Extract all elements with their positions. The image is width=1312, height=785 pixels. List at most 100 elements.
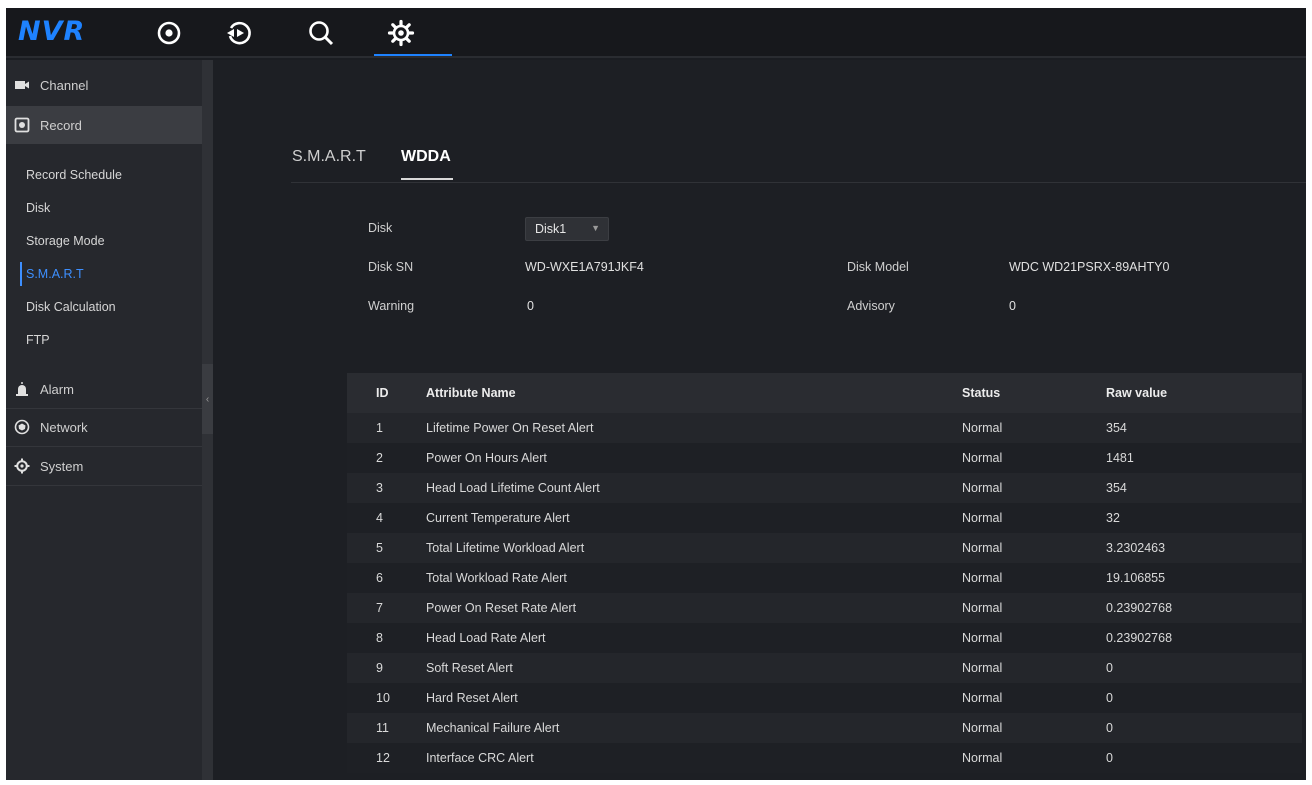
sidebar-subitem-disk-calculation[interactable]: Disk Calculation <box>26 295 116 319</box>
cell-attribute-name: Power On Hours Alert <box>426 451 547 465</box>
advisory-label: Advisory <box>847 299 895 313</box>
table-header: ID Attribute Name Status Raw value <box>347 373 1302 413</box>
cell-status: Normal <box>962 511 1003 525</box>
cell-attribute-name: Total Workload Rate Alert <box>426 571 567 585</box>
settings-icon[interactable] <box>374 16 452 56</box>
search-icon[interactable] <box>304 16 338 50</box>
table-row[interactable]: 11 Mechanical Failure Alert Normal 0 <box>347 713 1302 743</box>
cell-status: Normal <box>962 571 1003 585</box>
cell-raw-value: 1481 <box>1106 451 1134 465</box>
table-row[interactable]: 10 Hard Reset Alert Normal 0 <box>347 683 1302 713</box>
cell-attribute-name: Lifetime Power On Reset Alert <box>426 421 594 435</box>
cell-attribute-name: Interface CRC Alert <box>426 751 534 765</box>
cell-attribute-name: Power On Reset Rate Alert <box>426 601 577 615</box>
chevron-down-icon: ▼ <box>591 223 600 233</box>
chevron-left-icon: ‹ <box>205 393 210 405</box>
table-row[interactable]: 4 Current Temperature Alert Normal 32 <box>347 503 1302 533</box>
table-row[interactable]: 9 Soft Reset Alert Normal 0 <box>347 653 1302 683</box>
table-row[interactable]: 12 Interface CRC Alert Normal 0 <box>347 743 1302 773</box>
playback-icon[interactable] <box>222 16 256 50</box>
cell-id: 12 <box>376 751 390 765</box>
cell-id: 1 <box>376 421 383 435</box>
smart-attributes-table: ID Attribute Name Status Raw value 1 Lif… <box>347 373 1302 780</box>
cell-id: 4 <box>376 511 383 525</box>
sidebar-subitem-smart[interactable]: S.M.A.R.T <box>20 262 84 286</box>
network-icon <box>14 419 30 435</box>
table-row[interactable]: 8 Head Load Rate Alert Normal 0.23902768 <box>347 623 1302 653</box>
disk-select[interactable]: Disk1 ▼ <box>525 217 609 241</box>
cell-status: Normal <box>962 721 1003 735</box>
tab-divider <box>291 182 1306 183</box>
cell-status: Normal <box>962 481 1003 495</box>
cell-attribute-name: Current Temperature Alert <box>426 511 570 525</box>
sidebar-item-label: Alarm <box>40 381 74 397</box>
cell-id: 11 <box>376 721 389 735</box>
cell-attribute-name: Total Lifetime Workload Alert <box>426 541 585 555</box>
table-row[interactable]: 7 Power On Reset Rate Alert Normal 0.239… <box>347 593 1302 623</box>
table-row[interactable]: 1 Lifetime Power On Reset Alert Normal 3… <box>347 413 1302 443</box>
cell-id: 8 <box>376 631 383 645</box>
warning-value: 0 <box>527 299 534 313</box>
cell-status: Normal <box>962 451 1003 465</box>
sidebar-divider <box>6 485 202 486</box>
cell-raw-value: 0 <box>1106 661 1113 675</box>
cell-raw-value: 0.23902768 <box>1106 601 1173 615</box>
sidebar-item-record[interactable]: Record <box>6 106 202 144</box>
sidebar-item-network[interactable]: Network <box>6 408 202 446</box>
column-header-raw-value[interactable]: Raw value <box>1106 373 1167 413</box>
cell-id: 2 <box>376 451 383 465</box>
collapse-sidebar-button[interactable]: ‹ <box>202 364 213 434</box>
cell-attribute-name: Mechanical Failure Alert <box>426 721 560 735</box>
cell-status: Normal <box>962 421 1003 435</box>
cell-raw-value: 0.23902768 <box>1106 631 1173 645</box>
camera-icon <box>14 77 30 93</box>
cell-status: Normal <box>962 541 1003 555</box>
sidebar-subitem-record-schedule[interactable]: Record Schedule <box>26 163 122 187</box>
column-header-id[interactable]: ID <box>376 373 389 413</box>
cell-raw-value: 0 <box>1106 691 1113 705</box>
tab-smart[interactable]: S.M.A.R.T <box>292 148 366 166</box>
sidebar-subitem-disk[interactable]: Disk <box>26 196 50 220</box>
cell-id: 5 <box>376 541 383 555</box>
top-bar: NVR <box>6 8 1306 58</box>
sidebar-item-label: Network <box>40 419 88 435</box>
column-header-status[interactable]: Status <box>962 373 1000 413</box>
cell-attribute-name: Head Load Lifetime Count Alert <box>426 481 600 495</box>
disk-model-label: Disk Model <box>847 260 909 274</box>
table-row[interactable]: 6 Total Workload Rate Alert Normal 19.10… <box>347 563 1302 593</box>
cell-raw-value: 354 <box>1106 421 1127 435</box>
cell-attribute-name: Head Load Rate Alert <box>426 631 546 645</box>
disk-label: Disk <box>368 221 393 235</box>
sidebar-item-channel[interactable]: Channel <box>6 66 202 104</box>
sidebar-subitem-ftp[interactable]: FTP <box>26 328 50 352</box>
warning-label: Warning <box>368 299 415 313</box>
cell-id: 6 <box>376 571 383 585</box>
nvr-window: NVR Channel Record Record Schedule Disk … <box>6 8 1306 780</box>
cell-id: 9 <box>376 661 383 675</box>
table-row[interactable]: 2 Power On Hours Alert Normal 1481 <box>347 443 1302 473</box>
sidebar-item-system[interactable]: System <box>6 447 202 485</box>
sidebar-item-label: Record <box>40 117 82 133</box>
cell-id: 10 <box>376 691 390 705</box>
sidebar-subitem-storage-mode[interactable]: Storage Mode <box>26 229 105 253</box>
live-view-icon[interactable] <box>152 16 186 50</box>
main-panel: S.M.A.R.T WDDA Disk Disk1 ▼ Disk SN WD-W… <box>213 60 1306 780</box>
cell-status: Normal <box>962 661 1003 675</box>
disk-select-value: Disk1 <box>535 222 567 236</box>
cell-id: 7 <box>376 601 383 615</box>
cell-status: Normal <box>962 691 1003 705</box>
record-icon <box>14 117 30 133</box>
cell-raw-value: 32 <box>1106 511 1120 525</box>
gear-icon <box>14 458 30 474</box>
cell-status: Normal <box>962 631 1003 645</box>
nvr-logo: NVR <box>18 16 86 47</box>
column-header-attribute-name[interactable]: Attribute Name <box>426 373 516 413</box>
table-row[interactable]: 5 Total Lifetime Workload Alert Normal 3… <box>347 533 1302 563</box>
disk-sn-label: Disk SN <box>368 260 414 274</box>
cell-attribute-name: Soft Reset Alert <box>426 661 513 675</box>
table-row[interactable]: 3 Head Load Lifetime Count Alert Normal … <box>347 473 1302 503</box>
tab-wdda[interactable]: WDDA <box>401 148 451 166</box>
sidebar-item-alarm[interactable]: Alarm <box>6 370 202 408</box>
alarm-icon <box>14 381 30 397</box>
cell-attribute-name: Hard Reset Alert <box>426 691 518 705</box>
